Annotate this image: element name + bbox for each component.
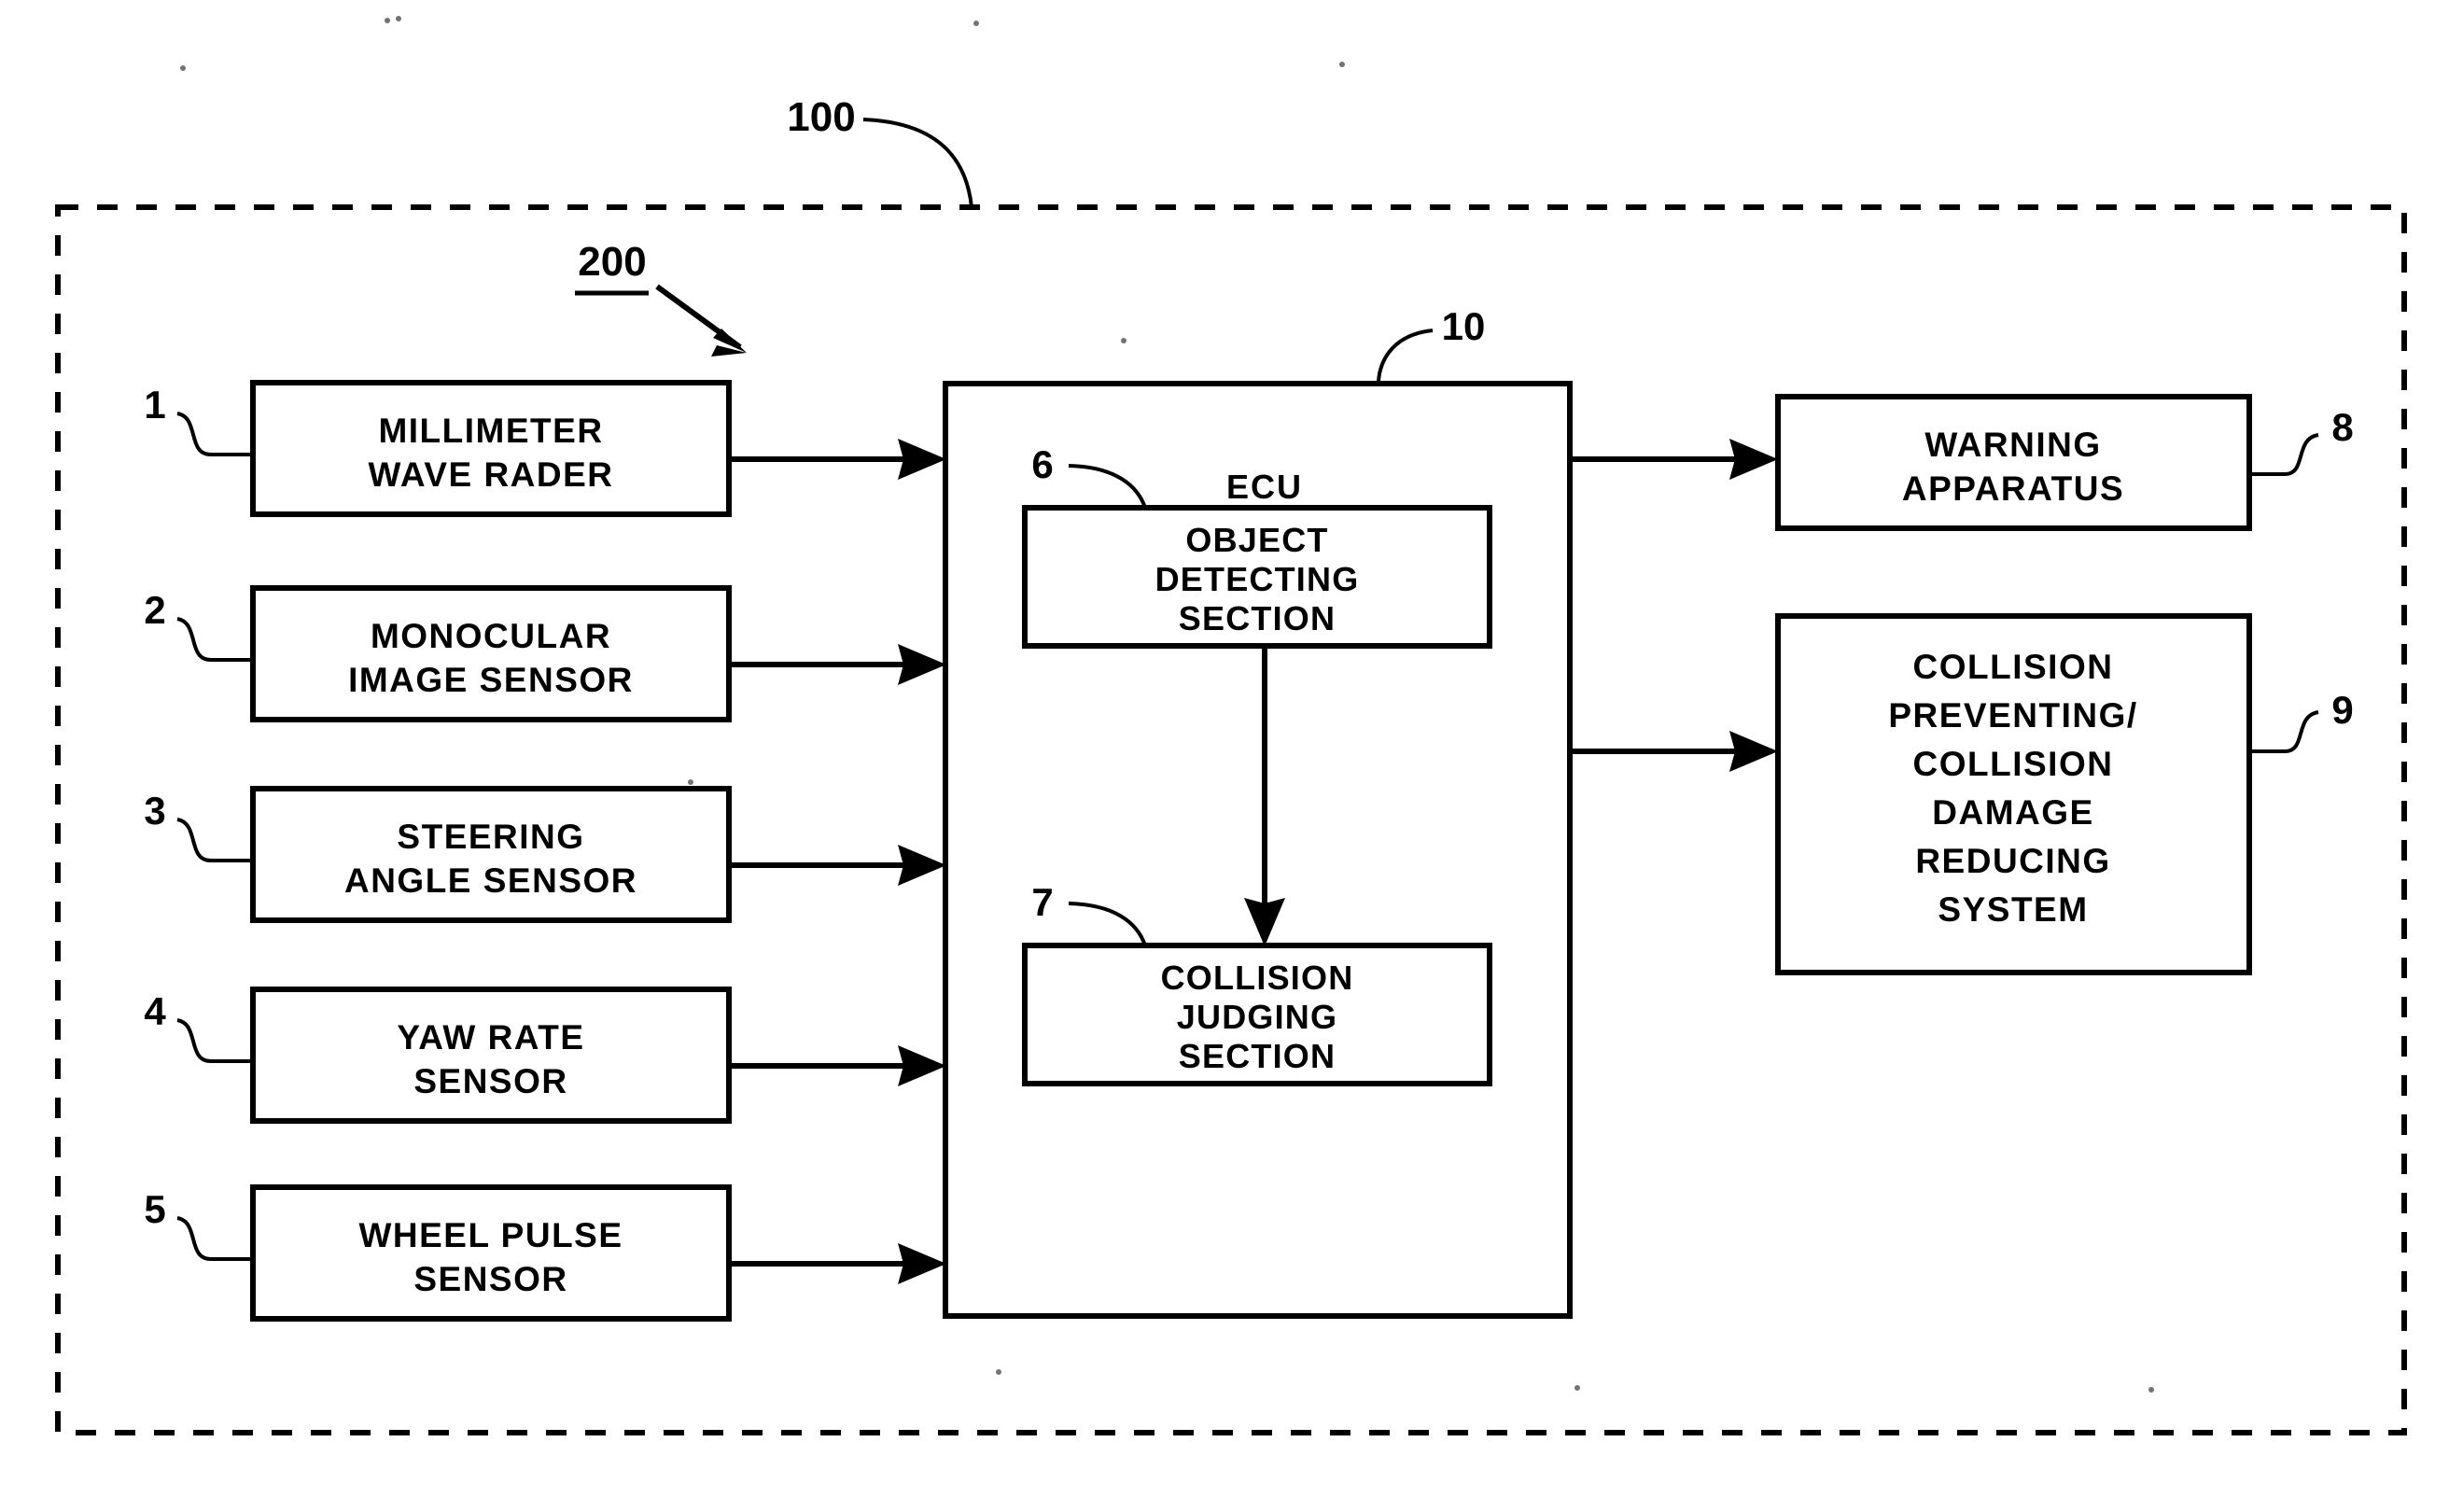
ref-label-10: 10 bbox=[1442, 304, 1486, 348]
input-2-label-line1: MONOCULAR bbox=[371, 617, 611, 655]
input-box-yaw-rate-sensor[interactable]: YAW RATE SENSOR bbox=[250, 987, 732, 1124]
ref-label-100: 100 bbox=[787, 94, 855, 140]
input-box-monocular-image-sensor[interactable]: MONOCULAR IMAGE SENSOR bbox=[250, 585, 732, 722]
ref-5-leader bbox=[176, 1216, 253, 1261]
output-box-collision-preventing-damage-reducing-system[interactable]: COLLISION PREVENTING/ COLLISION DAMAGE R… bbox=[1775, 613, 2252, 975]
input-3-label-line1: STEERING bbox=[397, 818, 584, 856]
output-8-label-line2: APPARATUS bbox=[1902, 469, 2124, 508]
input-2-label-line2: IMAGE SENSOR bbox=[348, 661, 634, 699]
ref-3-leader bbox=[176, 818, 253, 862]
input-box-steering-angle-sensor[interactable]: STEERING ANGLE SENSOR bbox=[250, 786, 732, 923]
output-9-label-line2: PREVENTING/ bbox=[1888, 696, 2137, 735]
ecu-section-object-detecting[interactable]: OBJECT DETECTING SECTION bbox=[1022, 505, 1492, 649]
section-7-label-line3: SECTION bbox=[1179, 1037, 1336, 1075]
input-5-label-line1: WHEEL PULSE bbox=[358, 1216, 623, 1254]
ref-10-leader bbox=[1377, 329, 1434, 385]
input-4-label-line2: SENSOR bbox=[413, 1062, 567, 1100]
input-5-label-line2: SENSOR bbox=[413, 1260, 567, 1298]
arrow-ecu-to-collision-system bbox=[1570, 731, 1778, 772]
ref-label-6: 6 bbox=[1031, 442, 1053, 486]
ref-label-9: 9 bbox=[2331, 688, 2353, 732]
arrow-input-3-to-ecu bbox=[729, 845, 946, 886]
ref-label-8: 8 bbox=[2331, 405, 2353, 449]
ref-2-leader bbox=[176, 617, 253, 662]
section-7-label-line1: COLLISION bbox=[1161, 959, 1354, 997]
output-9-label-line1: COLLISION bbox=[1913, 648, 2114, 686]
ecu-title: ECU bbox=[1226, 468, 1303, 506]
ref-9-leader bbox=[2249, 710, 2319, 753]
section-7-label-line2: JUDGING bbox=[1177, 998, 1337, 1036]
arrow-input-1-to-ecu bbox=[729, 439, 946, 480]
section-6-label-line2: DETECTING bbox=[1155, 560, 1360, 598]
arrow-input-2-to-ecu bbox=[729, 644, 946, 685]
ref-label-7: 7 bbox=[1031, 880, 1053, 924]
section-6-label-line1: OBJECT bbox=[1185, 521, 1328, 559]
ref-label-5: 5 bbox=[144, 1187, 165, 1231]
input-3-label-line2: ANGLE SENSOR bbox=[344, 861, 637, 900]
ref-label-3: 3 bbox=[144, 789, 165, 833]
output-9-label-line4: DAMAGE bbox=[1932, 793, 2093, 832]
ref-label-4: 4 bbox=[144, 989, 166, 1033]
ref-200-arrow bbox=[655, 284, 747, 357]
ref-100-leader bbox=[862, 118, 973, 208]
arrow-ecu-to-warning-apparatus bbox=[1570, 439, 1778, 480]
input-4-label-line1: YAW RATE bbox=[397, 1018, 584, 1057]
ref-label-200: 200 bbox=[578, 239, 646, 285]
output-8-label-line1: WARNING bbox=[1924, 426, 2101, 464]
ref-label-2: 2 bbox=[144, 588, 165, 632]
section-6-label-line3: SECTION bbox=[1179, 599, 1336, 637]
output-box-warning-apparatus[interactable]: WARNING APPARATUS bbox=[1775, 394, 2252, 531]
output-9-label-line5: REDUCING bbox=[1915, 842, 2110, 880]
arrow-input-5-to-ecu bbox=[729, 1243, 946, 1284]
ref-1-leader bbox=[176, 412, 253, 456]
block-diagram: 100 200 MILLIMETER WAVE RADER 1 MONOCULA… bbox=[55, 16, 2407, 1435]
ref-4-leader bbox=[176, 1018, 253, 1063]
input-box-millimeter-wave-rader[interactable]: MILLIMETER WAVE RADER bbox=[250, 380, 732, 517]
ecu-section-collision-judging[interactable]: COLLISION JUDGING SECTION bbox=[1022, 943, 1492, 1086]
ref-label-1: 1 bbox=[144, 383, 165, 427]
arrow-input-4-to-ecu bbox=[729, 1045, 946, 1086]
figure-canvas: 100 200 MILLIMETER WAVE RADER 1 MONOCULA… bbox=[0, 0, 2463, 1512]
ref-8-leader bbox=[2249, 433, 2319, 476]
input-1-label-line2: WAVE RADER bbox=[368, 455, 613, 494]
input-box-wheel-pulse-sensor[interactable]: WHEEL PULSE SENSOR bbox=[250, 1184, 732, 1322]
output-9-label-line3: COLLISION bbox=[1913, 745, 2114, 783]
output-9-label-line6: SYSTEM bbox=[1938, 890, 2088, 929]
input-1-label-line1: MILLIMETER bbox=[378, 412, 603, 450]
